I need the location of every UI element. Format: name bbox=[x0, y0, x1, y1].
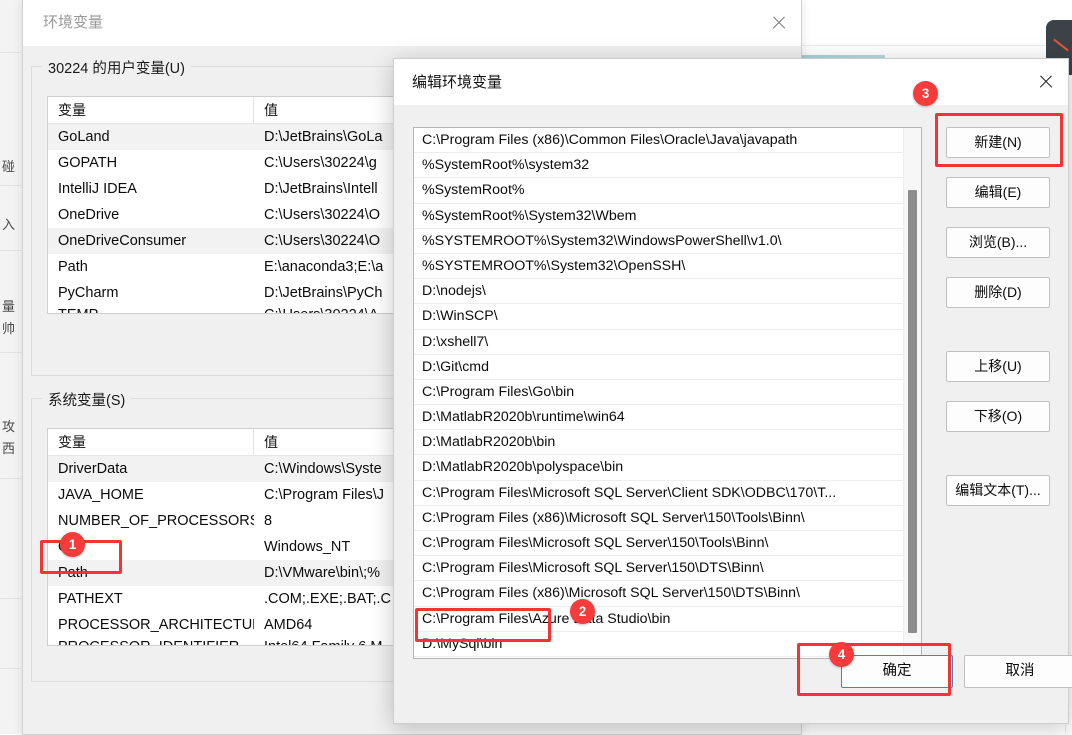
annotation-badge-3: 3 bbox=[913, 81, 938, 106]
variable-name-cell: PyCharm bbox=[58, 285, 119, 301]
peek-char: 帅 bbox=[2, 322, 16, 336]
peek-divider bbox=[0, 352, 22, 353]
variable-name-cell: IntelliJ IDEA bbox=[58, 181, 137, 197]
path-entry-row[interactable]: C:\Program Files (x86)\Common Files\Orac… bbox=[414, 128, 904, 154]
path-entry-row[interactable]: D:\WinSCP\ bbox=[414, 304, 904, 330]
peek-char: 量 bbox=[2, 300, 16, 314]
path-entry-row[interactable]: D:\MatlabR2020b\bin bbox=[414, 430, 904, 456]
variable-name-cell: GOPATH bbox=[58, 155, 118, 171]
path-entry-row[interactable]: %SYSTEMROOT%\System32\WindowsPowerShell\… bbox=[414, 229, 904, 254]
peek-divider bbox=[0, 478, 22, 479]
path-entry-row[interactable]: C:\Program Files\Microsoft SQL Server\15… bbox=[414, 531, 904, 557]
peek-char: 西 bbox=[2, 442, 16, 456]
path-entry-row[interactable]: D:\xshell7\ bbox=[414, 330, 904, 355]
peek-char: 碰 bbox=[2, 160, 16, 174]
variable-name-cell: JAVA_HOME bbox=[58, 487, 144, 503]
pen-slash-stroke bbox=[1053, 38, 1069, 52]
peek-divider bbox=[0, 52, 22, 53]
edit-environment-variable-dialog: 编辑环境变量 C:\Program Files (x86)\Common Fil… bbox=[393, 58, 1072, 724]
close-icon[interactable] bbox=[1022, 59, 1068, 105]
path-entry-row[interactable]: C:\Program Files\Go\bin bbox=[414, 380, 904, 406]
peek-divider bbox=[0, 185, 22, 186]
path-action-button-6[interactable]: 下移(O) bbox=[946, 401, 1050, 432]
path-entry-row[interactable]: D:\nodejs\ bbox=[414, 279, 904, 305]
peek-divider bbox=[0, 668, 22, 669]
annotation-badge-1: 1 bbox=[60, 532, 85, 557]
system-variables-legend: 系统变量(S) bbox=[42, 389, 132, 410]
path-entry-row[interactable]: %SYSTEMROOT%\System32\OpenSSH\ bbox=[414, 254, 904, 280]
path-list-scrollbar[interactable] bbox=[903, 128, 921, 658]
user-variables-legend: 30224 的用户变量(U) bbox=[42, 57, 191, 78]
path-action-button-7[interactable]: 编辑文本(T)... bbox=[946, 475, 1050, 506]
peek-divider bbox=[0, 598, 22, 599]
variable-name-cell: DriverData bbox=[58, 461, 128, 477]
path-entries-rows: C:\Program Files (x86)\Common Files\Orac… bbox=[414, 128, 904, 657]
ok-button[interactable]: 确定 bbox=[841, 655, 953, 688]
path-action-button-1[interactable]: 新建(N) bbox=[946, 127, 1050, 158]
column-header-name: 变量 bbox=[48, 429, 254, 455]
variable-name-cell: NUMBER_OF_PROCESSORS bbox=[58, 513, 254, 529]
cancel-button[interactable]: 取消 bbox=[964, 655, 1072, 688]
path-action-button-2[interactable]: 编辑(E) bbox=[946, 177, 1050, 208]
path-entry-row[interactable]: C:\Program Files\Microsoft SQL Server\15… bbox=[414, 556, 904, 582]
env-window-titlebar[interactable]: 环境变量 bbox=[23, 0, 801, 46]
variable-name-cell: GoLand bbox=[58, 129, 110, 145]
peek-char: 入 bbox=[2, 218, 16, 232]
variable-name-cell: PROCESSOR_ARCHITECTURE bbox=[58, 617, 254, 633]
close-icon[interactable] bbox=[755, 0, 801, 46]
path-entry-row[interactable]: D:\MatlabR2020b\polyspace\bin bbox=[414, 455, 904, 481]
path-entry-row[interactable]: %SystemRoot%\System32\Wbem bbox=[414, 204, 904, 229]
variable-name-cell: PROCESSOR_IDENTIFIER bbox=[48, 638, 254, 645]
path-entry-row[interactable]: C:\Program Files\Microsoft SQL Server\Cl… bbox=[414, 481, 904, 506]
annotation-badge-4: 4 bbox=[829, 642, 854, 667]
env-window-title: 环境变量 bbox=[43, 14, 104, 31]
edit-dialog-title: 编辑环境变量 bbox=[412, 74, 503, 91]
variable-name-cell: Path bbox=[58, 259, 88, 275]
variable-name-cell: OneDriveConsumer bbox=[58, 233, 187, 249]
path-entry-row[interactable]: C:\Program Files\Azure Data Studio\bin bbox=[414, 607, 904, 632]
path-entry-row[interactable]: %SystemRoot%\system32 bbox=[414, 153, 904, 179]
column-header-name: 变量 bbox=[48, 97, 254, 123]
variable-name-cell: Path bbox=[58, 565, 88, 581]
path-entry-row[interactable]: D:\Git\cmd bbox=[414, 355, 904, 380]
variable-name-cell: TEMP bbox=[48, 306, 254, 313]
variable-name-cell: OneDrive bbox=[58, 207, 120, 223]
path-action-button-5[interactable]: 上移(U) bbox=[946, 351, 1050, 382]
path-entry-row[interactable]: C:\Program Files (x86)\Microsoft SQL Ser… bbox=[414, 581, 904, 607]
peek-divider bbox=[0, 250, 22, 251]
path-entry-row[interactable]: %SystemRoot% bbox=[414, 178, 904, 204]
path-entries-list[interactable]: C:\Program Files (x86)\Common Files\Orac… bbox=[413, 127, 922, 659]
background-window-left-edge[interactable]: 碰 入 量 帅 攻 西 bbox=[0, 0, 23, 734]
scrollbar-thumb[interactable] bbox=[908, 190, 917, 633]
edit-dialog-titlebar[interactable]: 编辑环境变量 bbox=[394, 59, 1068, 105]
variable-name-cell: PATHEXT bbox=[58, 591, 123, 607]
path-action-button-3[interactable]: 浏览(B)... bbox=[946, 227, 1050, 258]
path-action-button-4[interactable]: 删除(D) bbox=[946, 277, 1050, 308]
annotation-badge-2: 2 bbox=[570, 599, 595, 624]
path-entry-row[interactable]: D:\MatlabR2020b\runtime\win64 bbox=[414, 405, 904, 431]
peek-char: 攻 bbox=[2, 420, 16, 434]
path-entry-row[interactable]: C:\Program Files (x86)\Microsoft SQL Ser… bbox=[414, 506, 904, 531]
